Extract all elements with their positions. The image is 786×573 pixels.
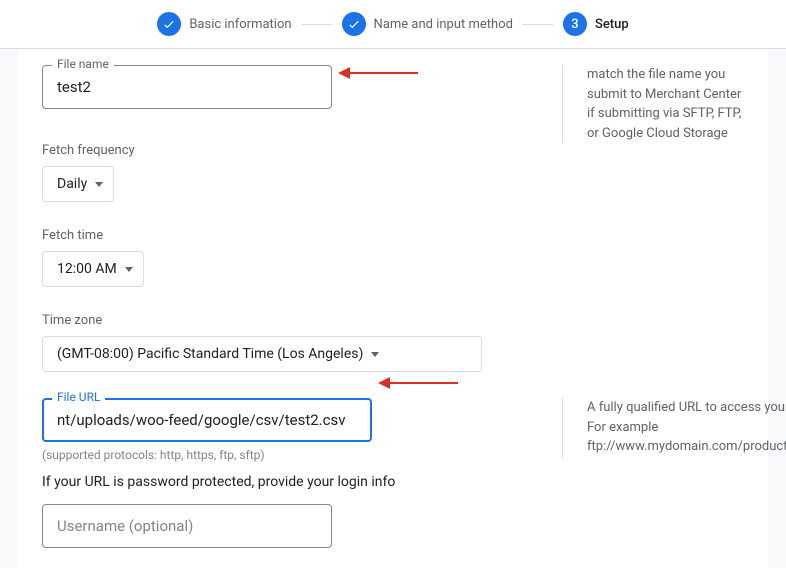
fetch-frequency-label: Fetch frequency [42, 143, 744, 158]
file-name-label: File name [52, 57, 114, 71]
chevron-down-icon [125, 267, 133, 272]
fetch-frequency-select[interactable]: Daily [42, 166, 114, 202]
file-name-field[interactable] [42, 65, 332, 109]
file-url-help: A fully qualified URL to access your fil… [562, 398, 786, 458]
check-icon [157, 12, 181, 36]
step-divider [302, 24, 332, 25]
stepper: Basic information Name and input method … [0, 0, 786, 48]
password-hint: If your URL is password protected, provi… [42, 474, 522, 490]
timezone-select[interactable]: (GMT-08:00) Pacific Standard Time (Los A… [42, 336, 482, 372]
fetch-time-label: Fetch time [42, 228, 744, 243]
username-input[interactable] [57, 517, 317, 535]
file-url-field[interactable] [42, 398, 372, 442]
protocols-help: (supported protocols: http, https, ftp, … [42, 448, 522, 462]
username-field[interactable] [42, 504, 332, 548]
file-name-help: match the file name you submit to Mercha… [562, 65, 744, 143]
fetch-time-value: 12:00 AM [57, 261, 117, 277]
timezone-label: Time zone [42, 313, 744, 328]
fetch-frequency-value: Daily [57, 176, 87, 192]
timezone-value: (GMT-08:00) Pacific Standard Time (Los A… [57, 346, 363, 362]
content-area: File name match the file name you submit… [0, 48, 786, 568]
step-2[interactable]: Name and input method [342, 12, 513, 36]
step-1-label: Basic information [189, 17, 291, 32]
file-url-input[interactable] [57, 411, 357, 429]
step-2-label: Name and input method [374, 17, 513, 32]
file-url-label: File URL [52, 390, 105, 404]
annotation-arrow [378, 377, 458, 389]
file-name-input[interactable] [57, 78, 317, 96]
chevron-down-icon [371, 352, 379, 357]
step-1[interactable]: Basic information [157, 12, 291, 36]
step-3[interactable]: 3 Setup [563, 12, 629, 36]
chevron-down-icon [95, 182, 103, 187]
form-panel: File name match the file name you submit… [18, 49, 768, 569]
step-divider [523, 24, 553, 25]
fetch-time-select[interactable]: 12:00 AM [42, 251, 144, 287]
step-3-label: Setup [595, 17, 629, 32]
check-icon [342, 12, 366, 36]
step-number: 3 [563, 12, 587, 36]
